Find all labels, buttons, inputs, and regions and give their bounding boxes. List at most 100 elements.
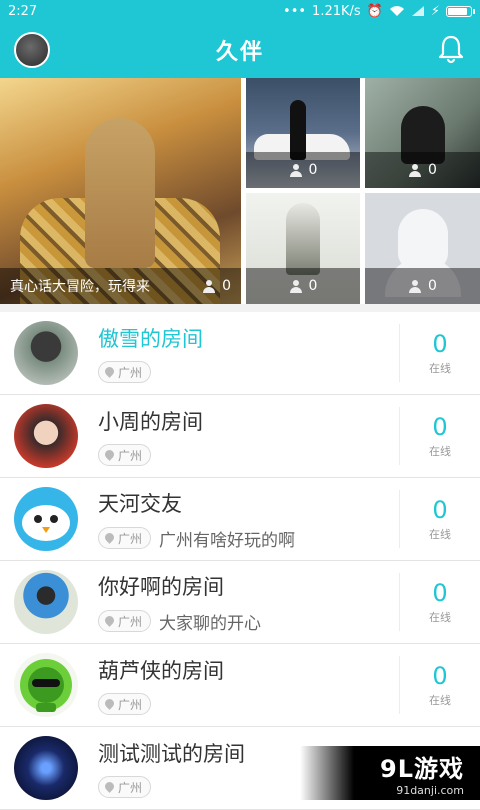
online-number: 0 xyxy=(432,413,448,441)
online-label: 在线 xyxy=(429,694,451,707)
online-number: 0 xyxy=(432,330,448,358)
online-number: 0 xyxy=(432,579,448,607)
tile-count: 0 xyxy=(202,278,231,294)
tile-caption: 真心话大冒险，玩得来 0 xyxy=(0,268,241,304)
room-name: 天河交友 xyxy=(98,491,182,516)
default-avatar-head xyxy=(398,209,448,271)
room-avatar xyxy=(14,404,78,468)
room-list: 傲雪的房间 广州 0 在线 小周的房间 广州 0 在线 天河交友 广州 广州有啥好玩的… xyxy=(0,312,480,810)
tile-count: 0 xyxy=(408,278,437,294)
watermark-brand: 9L游戏 xyxy=(380,755,464,783)
online-count: 0 在线 xyxy=(399,407,480,465)
tile-caption: 0 xyxy=(246,152,360,188)
location-text: 广州 xyxy=(118,365,143,380)
location-text: 广州 xyxy=(118,448,143,463)
person-icon xyxy=(289,279,303,293)
battery-icon xyxy=(446,5,475,17)
alarm-icon: ⏰ xyxy=(366,3,383,19)
room-cover-detail xyxy=(85,118,155,268)
location-pin-icon xyxy=(105,616,114,627)
dots-icon: ••• xyxy=(283,3,307,19)
tile-count: 0 xyxy=(408,162,437,178)
online-count: 0 在线 xyxy=(399,573,480,631)
featured-room-tile[interactable]: 真心话大冒险，玩得来 0 xyxy=(0,78,241,304)
online-label: 在线 xyxy=(429,611,451,624)
location-pin-icon xyxy=(105,699,114,710)
location-text: 广州 xyxy=(118,531,143,546)
room-name: 你好啊的房间 xyxy=(98,574,224,599)
room-avatar xyxy=(14,487,78,551)
tile-count-value: 0 xyxy=(428,162,437,178)
featured-room-tile[interactable]: 0 xyxy=(365,193,480,304)
status-icons: ••• 1.21K/s ⏰ ⚡ xyxy=(283,3,475,19)
online-number: 0 xyxy=(432,496,448,524)
person-icon xyxy=(408,163,422,177)
room-list-item[interactable]: 葫芦侠的房间 广州 0 在线 xyxy=(0,644,480,727)
network-speed: 1.21K/s xyxy=(312,3,361,19)
location-pin-icon xyxy=(105,782,114,793)
room-list-item[interactable]: 傲雪的房间 广州 0 在线 xyxy=(0,312,480,395)
status-bar: 2:27 ••• 1.21K/s ⏰ ⚡ xyxy=(0,0,480,22)
tile-name: 真心话大冒险，玩得来 xyxy=(10,279,150,295)
tile-caption: 0 xyxy=(365,268,480,304)
location-badge: 广州 xyxy=(98,776,152,798)
featured-room-tile[interactable]: 0 xyxy=(246,193,360,304)
location-badge: 广州 xyxy=(98,444,152,466)
user-avatar-icon[interactable] xyxy=(14,32,50,68)
bird-avatar-icon xyxy=(22,505,70,541)
wifi-icon xyxy=(389,6,404,16)
person-icon xyxy=(408,279,422,293)
room-name: 小周的房间 xyxy=(98,410,203,434)
status-time: 2:27 xyxy=(8,3,38,19)
bell-icon[interactable] xyxy=(436,34,466,64)
room-list-item[interactable]: 天河交友 广州 广州有啥好玩的啊 0 在线 xyxy=(0,478,480,561)
room-avatar xyxy=(14,321,78,385)
app-bar: 久伴 xyxy=(0,22,480,78)
location-badge: 广州 xyxy=(98,693,152,715)
room-avatar xyxy=(14,653,78,717)
location-text: 广州 xyxy=(118,780,143,795)
room-list-item[interactable]: 小周的房间 广州 0 在线 xyxy=(0,395,480,478)
room-cover-detail xyxy=(290,100,306,160)
app-title: 久伴 xyxy=(215,40,264,65)
room-list-item[interactable]: 你好啊的房间 广州 大家聊的开心 0 在线 xyxy=(0,561,480,644)
tile-count: 0 xyxy=(289,162,318,178)
location-badge: 广州 xyxy=(98,610,152,632)
location-pin-icon xyxy=(105,533,114,544)
tile-count-value: 0 xyxy=(222,278,231,294)
room-name: 傲雪的房间 xyxy=(98,327,203,351)
room-cover-image xyxy=(286,203,320,275)
tile-count-value: 0 xyxy=(308,278,318,294)
online-number: 0 xyxy=(432,662,448,690)
person-icon xyxy=(289,163,303,177)
watermark: 9L游戏 91danji.com xyxy=(300,746,480,800)
tile-caption: 0 xyxy=(246,268,360,304)
charging-icon: ⚡ xyxy=(430,3,440,19)
room-avatar xyxy=(14,736,78,800)
watermark-url: 91danji.com xyxy=(396,784,464,797)
online-label: 在线 xyxy=(429,445,451,458)
featured-room-tile[interactable]: 0 xyxy=(365,78,480,188)
room-description: 大家聊的开心 xyxy=(159,613,262,634)
location-badge: 广州 xyxy=(98,527,152,549)
location-badge: 广州 xyxy=(98,361,152,383)
online-count: 0 在线 xyxy=(399,324,480,382)
featured-grid: 真心话大冒险，玩得来 0 0 0 0 0 xyxy=(0,78,480,304)
online-count: 0 在线 xyxy=(399,490,480,548)
online-count: 0 在线 xyxy=(399,656,480,714)
gourd-avatar-icon xyxy=(20,659,72,712)
room-avatar xyxy=(14,570,78,634)
signal-icon xyxy=(411,6,424,16)
location-text: 广州 xyxy=(118,614,143,629)
tile-caption: 0 xyxy=(365,152,480,188)
location-text: 广州 xyxy=(118,697,143,712)
person-icon xyxy=(202,279,216,293)
featured-room-tile[interactable]: 0 xyxy=(246,78,360,188)
tile-count: 0 xyxy=(289,278,318,294)
online-label: 在线 xyxy=(429,528,451,541)
online-label: 在线 xyxy=(429,362,451,375)
location-pin-icon xyxy=(105,450,114,461)
room-description: 广州有啥好玩的啊 xyxy=(159,530,296,551)
tile-count-value: 0 xyxy=(428,278,437,294)
tile-count-value: 0 xyxy=(308,162,318,178)
